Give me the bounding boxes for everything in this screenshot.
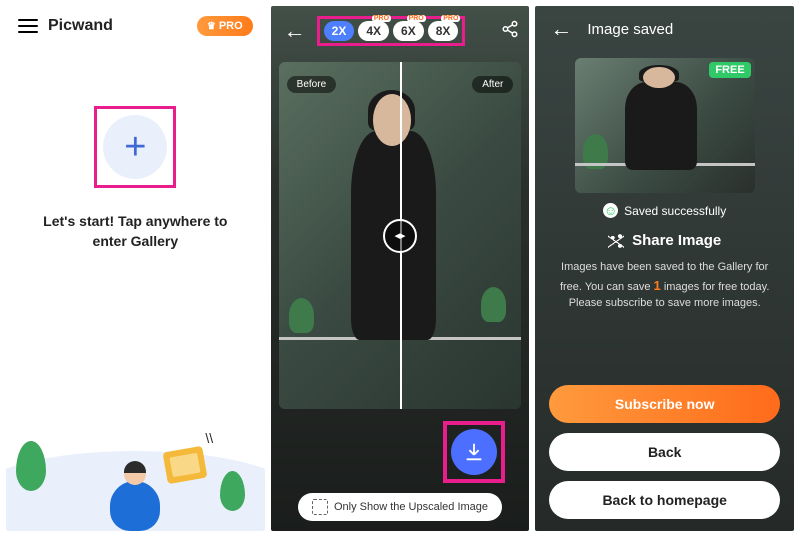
highlight-box-download [443,421,505,483]
app-name: Picwand [48,17,113,35]
saved-header: ← Image saved [535,6,794,52]
zoom-level-group: 2X 4XPRO 6XPRO 8XPRO [317,16,466,46]
back-icon[interactable]: ← [281,18,309,44]
start-instruction: Let's start! Tap anywhere to enter Galle… [6,212,265,251]
saved-panel: ← Image saved FREE Saved successfully Sh… [535,6,794,531]
back-icon[interactable]: ← [547,16,575,42]
illustration: \\ [6,381,265,531]
homepage-button[interactable]: Back to homepage [549,481,780,519]
compare-slider-handle[interactable]: ◂▸ [383,219,417,253]
menu-icon[interactable] [18,19,38,33]
compare-panel: ← 2X 4XPRO 6XPRO 8XPRO Before After ◂▸ [271,6,530,531]
only-upscaled-toggle[interactable]: Only Show the Upscaled Image [298,493,502,521]
highlight-box-plus: + [94,106,176,188]
before-label: Before [287,76,336,93]
back-button[interactable]: Back [549,433,780,471]
plus-icon: + [124,126,146,169]
saved-status: Saved successfully [535,203,794,218]
share-icon[interactable] [501,20,519,43]
share-image-title: Share Image [535,232,794,249]
action-buttons: Subscribe now Back Back to homepage [535,371,794,531]
start-panel: Picwand PRO + Let's start! Tap anywhere … [6,6,265,531]
pro-badge[interactable]: PRO [197,16,253,36]
page-title: Image saved [587,21,673,38]
download-button[interactable] [451,429,497,475]
after-label: After [472,76,513,93]
subscribe-button[interactable]: Subscribe now [549,385,780,423]
app-header: Picwand PRO [6,6,265,46]
zoom-4x[interactable]: 4XPRO [358,21,389,41]
free-badge: FREE [709,62,750,78]
download-icon [463,441,485,463]
save-info-text: Images have been saved to the Gallery fo… [535,259,794,312]
before-after-compare[interactable]: Before After ◂▸ [279,62,522,409]
zoom-2x[interactable]: 2X [324,21,355,41]
saved-thumbnail: FREE [575,58,755,193]
zoom-8x[interactable]: 8XPRO [428,21,459,41]
add-image-button[interactable]: + [103,115,167,179]
compare-header: ← 2X 4XPRO 6XPRO 8XPRO [271,6,530,56]
zoom-6x[interactable]: 6XPRO [393,21,424,41]
